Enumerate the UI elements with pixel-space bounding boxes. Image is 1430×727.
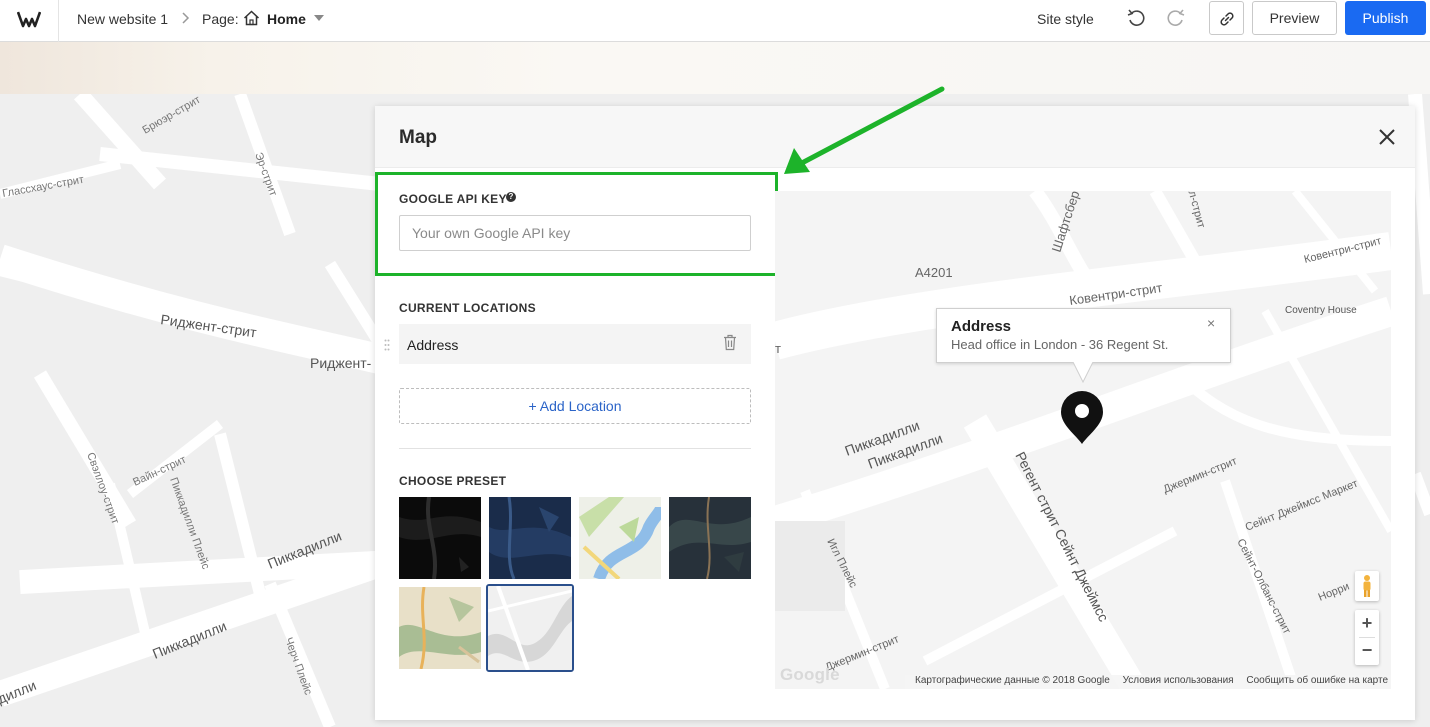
map-info-window[interactable]: Address Head office in London - 36 Regen… xyxy=(936,308,1231,363)
panel-title: Map xyxy=(399,127,437,148)
redo-icon[interactable] xyxy=(1166,8,1186,28)
toolbar-divider xyxy=(58,0,59,42)
top-toolbar: New website 1 Page: Home Site style Prev… xyxy=(0,0,1430,42)
preset-thumbnail xyxy=(488,586,572,670)
map-street-label: A4201 xyxy=(915,265,953,280)
map-street-label: Coventry House xyxy=(1285,305,1357,316)
divider xyxy=(399,448,751,449)
breadcrumb-page-label: Page: xyxy=(202,11,239,27)
preset-thumbnail xyxy=(399,497,481,579)
info-window-tail xyxy=(1073,362,1093,384)
drag-handle-icon[interactable] xyxy=(384,339,390,351)
zoom-out-button[interactable]: − xyxy=(1355,638,1379,665)
street-view-pegman-icon[interactable] xyxy=(1355,571,1379,601)
info-window-title: Address xyxy=(951,318,1012,335)
preset-light-green-blue[interactable] xyxy=(579,497,661,579)
api-key-label: GOOGLE API KEY xyxy=(399,192,507,206)
preset-thumbnail xyxy=(669,497,751,579)
zoom-control: + − xyxy=(1355,610,1379,665)
preset-vintage-beige[interactable] xyxy=(399,587,481,669)
publish-button[interactable]: Publish xyxy=(1345,1,1426,35)
current-locations-label: CURRENT LOCATIONS xyxy=(399,301,536,315)
site-style-button[interactable]: Site style xyxy=(1037,11,1094,27)
preset-dark-slate[interactable] xyxy=(669,497,751,579)
location-name: Address xyxy=(407,337,459,353)
help-icon[interactable]: ? xyxy=(506,192,516,202)
api-key-input[interactable] xyxy=(399,215,751,251)
chevron-down-icon[interactable] xyxy=(314,15,324,21)
report-error-link[interactable]: Сообщить об ошибке на карте xyxy=(1246,675,1388,686)
preset-thumbnail xyxy=(399,587,481,669)
preview-button[interactable]: Preview xyxy=(1252,1,1337,35)
close-icon[interactable] xyxy=(1378,128,1396,146)
trash-icon[interactable] xyxy=(723,334,737,351)
link-icon xyxy=(1220,12,1234,26)
preset-dark-black[interactable] xyxy=(399,497,481,579)
zoom-in-button[interactable]: + xyxy=(1355,610,1379,637)
location-item[interactable]: Address xyxy=(399,324,751,364)
wix-logo-icon[interactable] xyxy=(17,9,41,29)
add-location-button[interactable]: + Add Location xyxy=(399,388,751,424)
info-window-address: Head office in London - 36 Regent St. xyxy=(951,337,1169,352)
map-settings-panel: Map GOOGLE API KEY ? CURRENT LOCATIONS A… xyxy=(375,106,1415,720)
preset-light-gray[interactable] xyxy=(486,584,574,672)
info-window-close-button[interactable]: × xyxy=(1207,315,1215,331)
chevron-right-icon xyxy=(182,12,190,24)
bg-street-label: Риджент- xyxy=(310,355,372,371)
google-logo: Google xyxy=(780,665,840,684)
map-data-credit: Картографические данные © 2018 Google xyxy=(915,675,1110,686)
preset-navy-blue[interactable] xyxy=(489,497,571,579)
terms-link[interactable]: Условия использования xyxy=(1123,675,1234,686)
undo-icon[interactable] xyxy=(1126,8,1146,28)
map-street-label: т xyxy=(775,341,781,356)
home-icon xyxy=(243,10,260,26)
preset-thumbnail xyxy=(489,497,571,579)
preset-thumbnail xyxy=(579,497,661,579)
copy-link-button[interactable] xyxy=(1209,1,1244,35)
breadcrumb-site-name[interactable]: New website 1 xyxy=(77,11,168,27)
map-marker-icon[interactable] xyxy=(1060,391,1104,445)
annotation-arrow xyxy=(784,86,945,174)
map-attribution: Картографические данные © 2018 Google Ус… xyxy=(905,675,1391,689)
map-preview[interactable]: A4201 Шафтсбер Ковентри-стрит Ковентри-с… xyxy=(775,191,1391,689)
page-header-background xyxy=(0,42,1430,94)
choose-preset-label: CHOOSE PRESET xyxy=(399,474,507,488)
page-selector[interactable]: Home xyxy=(267,11,306,27)
